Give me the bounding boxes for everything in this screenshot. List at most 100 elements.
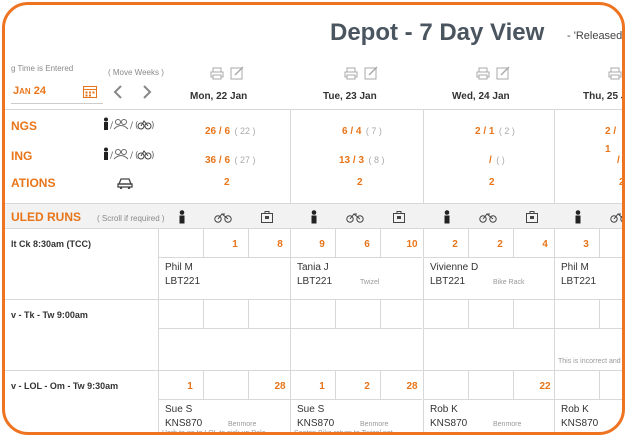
edit-icon[interactable]	[364, 66, 378, 80]
vehicle-id[interactable]: LBT221	[561, 276, 596, 287]
run-count[interactable]: 10	[402, 239, 422, 250]
print-icon[interactable]	[210, 67, 224, 80]
run-label[interactable]: v - Tk - Tw 9:00am	[11, 310, 88, 320]
summary-cell[interactable]: 2	[357, 177, 363, 188]
calendar-icon[interactable]	[83, 85, 97, 98]
run-count[interactable]: 2	[357, 381, 377, 392]
driver-name[interactable]: Phil M	[165, 262, 193, 273]
run-label[interactable]: lt Ck 8:30am (TCC)	[11, 239, 91, 249]
run-count[interactable]: 9	[312, 239, 332, 250]
luggage-icon	[260, 210, 274, 229]
summary-main: 36 / 6	[205, 155, 231, 166]
run-note: This is incorrect and	[558, 358, 621, 365]
run-count[interactable]: 8	[270, 239, 290, 250]
person-icon	[573, 210, 583, 229]
summary-cell[interactable]: 13 / 3 ( 8 )	[339, 150, 385, 168]
run-label[interactable]: v - LOL - Om - Tw 9:30am	[11, 381, 118, 391]
car-icon	[117, 178, 133, 189]
driver-name[interactable]: Rob K	[561, 404, 589, 415]
day-header-tue: Tue, 23 Jan	[291, 63, 423, 109]
person-icon	[177, 210, 187, 229]
summary-cell[interactable]: 2	[224, 177, 230, 188]
summary-main: 26 / 6	[205, 126, 231, 137]
edit-icon[interactable]	[496, 66, 510, 80]
summary-sub: ( 22 )	[234, 126, 256, 136]
summary-main: /	[617, 155, 620, 166]
svg-text:): )	[151, 121, 154, 131]
summary-main: 6 / 4	[342, 126, 362, 137]
driver-name[interactable]: Vivienne D	[430, 262, 478, 273]
page-title: Depot - 7 Day View	[330, 19, 545, 46]
run-count[interactable]: 1	[312, 381, 332, 392]
move-weeks-label: ( Move Weeks )	[108, 68, 164, 77]
run-note: Herb to go to LOL to pick up Relo	[162, 430, 266, 435]
location: Benmore	[228, 421, 257, 428]
print-icon[interactable]	[344, 67, 358, 80]
location: Benmore	[493, 421, 522, 428]
day-label: Tue, 23 Jan	[323, 91, 377, 102]
vehicle-id[interactable]: LBT221	[430, 276, 465, 287]
driver-name[interactable]: Rob K	[430, 404, 458, 415]
day-label: Thu, 25 J	[583, 91, 625, 102]
run-count[interactable]: 4	[535, 239, 555, 250]
print-icon[interactable]	[608, 67, 622, 80]
person-group-bike-icon: / / ( )	[104, 117, 154, 131]
print-icon[interactable]	[476, 67, 490, 80]
bike-icon	[610, 210, 622, 228]
summary-sub: ( 8 )	[368, 155, 385, 165]
run-count[interactable]: 6	[357, 239, 377, 250]
summary-cell[interactable]: 2	[489, 177, 495, 188]
page-subtitle: - 'Released	[567, 30, 623, 42]
luggage-icon	[392, 210, 406, 229]
scroll-hint: ( Scroll if required )	[97, 214, 165, 223]
vehicle-id[interactable]: KNS870	[165, 418, 202, 429]
driver-name[interactable]: Phil M	[561, 262, 589, 273]
driver-name[interactable]: Sue S	[165, 404, 192, 415]
date-input[interactable]: Jan 24	[11, 81, 103, 104]
run-count[interactable]: 1	[180, 381, 200, 392]
summary-cell[interactable]: /	[617, 150, 620, 168]
person-icon	[309, 210, 319, 229]
day-header-thu: Thu, 25 J	[555, 63, 622, 109]
summary-main: 2 / 1	[475, 126, 495, 137]
run-count[interactable]: 2	[445, 239, 465, 250]
bike-icon	[346, 210, 364, 228]
vehicle-id[interactable]: KNS870	[561, 418, 598, 429]
run-count[interactable]: 1	[225, 239, 245, 250]
run-count[interactable]: 28	[402, 381, 422, 392]
day-header-wed: Wed, 24 Jan	[424, 63, 554, 109]
chevron-right-icon[interactable]	[142, 85, 152, 99]
scheduled-runs-label: ULED RUNS	[11, 210, 82, 224]
bike-icon	[479, 210, 497, 228]
vehicle-id[interactable]: KNS870	[430, 418, 467, 429]
summary-main: 2 / 1	[605, 126, 617, 155]
run-count[interactable]: 22	[535, 381, 555, 392]
summary-main: 13 / 3	[339, 155, 365, 166]
vehicle-id[interactable]: LBT221	[297, 276, 332, 287]
driver-name[interactable]: Tania J	[297, 262, 329, 273]
summary-sub: ( 7 )	[365, 126, 382, 136]
summary-cell[interactable]: 2	[619, 177, 622, 188]
driver-name[interactable]: Sue S	[297, 404, 324, 415]
summary-cell[interactable]: 6 / 4 ( 7 )	[342, 121, 382, 139]
svg-text:/: /	[110, 151, 114, 161]
summary-cell[interactable]: 36 / 6 ( 27 )	[205, 150, 256, 168]
run-count[interactable]: 28	[270, 381, 290, 392]
summary-cell[interactable]: / ( )	[489, 150, 505, 168]
svg-text:): )	[151, 151, 154, 161]
vehicle-id[interactable]: KNS870	[297, 418, 334, 429]
run-count[interactable]: 2	[490, 239, 510, 250]
day-label: Mon, 22 Jan	[190, 91, 248, 102]
day-label: Wed, 24 Jan	[452, 91, 510, 102]
vehicle-id[interactable]: LBT221	[165, 276, 200, 287]
edit-icon[interactable]	[230, 66, 244, 80]
summary-sub: ( )	[496, 155, 505, 165]
page-frame: Depot - 7 Day View - 'Released g Time is…	[2, 2, 625, 435]
person-icon	[442, 210, 452, 229]
summary-cell[interactable]: 26 / 6 ( 22 )	[205, 121, 256, 139]
summary-row-label: NGS	[11, 119, 38, 133]
svg-text:/: /	[110, 121, 114, 131]
chevron-left-icon[interactable]	[113, 85, 123, 99]
run-count[interactable]: 3	[576, 239, 596, 250]
summary-cell[interactable]: 2 / 1 ( 2 )	[475, 121, 515, 139]
